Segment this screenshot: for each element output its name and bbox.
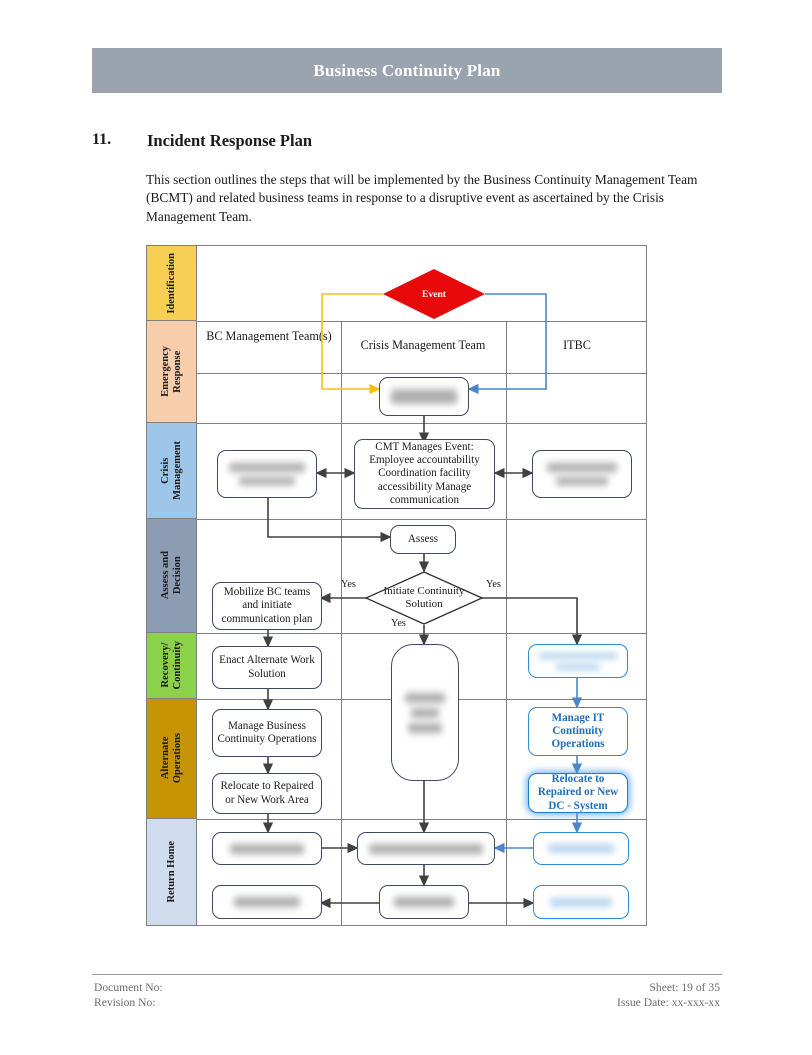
redacted-text — [394, 896, 454, 908]
swimlane-strip: Identification Emergency Response Crisis… — [147, 246, 197, 925]
swimlane-label: Recovery/ Continuity — [159, 641, 183, 690]
event-label: Event — [422, 288, 446, 300]
node-center-tall-redacted — [391, 644, 459, 781]
lane-divider — [197, 423, 646, 424]
footer-right: Sheet: 19 of 35 Issue Date: xx-xxx-xx — [617, 980, 720, 1010]
section-number: 11. — [92, 131, 112, 148]
swimlane-label: Return Home — [165, 841, 177, 903]
column-divider — [341, 321, 342, 925]
node-label: Assess — [407, 532, 439, 545]
decision-initiate-continuity-solution: Initiate Continuity Solution — [365, 571, 483, 625]
column-divider — [506, 321, 507, 925]
node-manage-it-continuity-operations: Manage IT Continuity Operations — [528, 707, 628, 756]
node-label: CMT Manages Event: Employee accountabili… — [369, 441, 480, 506]
section-intro-paragraph: This section outlines the steps that wil… — [146, 172, 698, 224]
lane-divider — [197, 321, 646, 322]
node-itbc-recovery-redacted — [528, 644, 628, 678]
redacted-text — [408, 721, 442, 734]
redacted-text — [239, 476, 295, 486]
footer-issue-date: Issue Date: xx-xxx-xx — [616, 996, 720, 1009]
footer-revision-no: Revision No: — [94, 996, 156, 1009]
node-return-home-itbc-2 — [533, 885, 629, 919]
node-return-home-cmt-1 — [357, 832, 495, 865]
footer-document-no: Document No: — [94, 981, 163, 994]
node-return-home-itbc-1 — [533, 832, 629, 865]
redacted-block — [536, 462, 628, 486]
swimlane-label: Identification — [165, 252, 177, 314]
redacted-text — [550, 896, 612, 908]
redacted-text — [234, 896, 300, 908]
edge-label-yes-left: Yes — [341, 579, 356, 590]
node-crisis-bc — [217, 450, 317, 498]
node-relocate-to-repaired-or-new-work-area: Relocate to Repaired or New Work Area — [212, 773, 322, 814]
swimlane-identification: Identification — [147, 246, 197, 321]
redacted-text — [391, 388, 457, 405]
swimlane-assess-and-decision: Assess and Decision — [147, 519, 197, 633]
swimlane-return-home: Return Home — [147, 819, 197, 925]
node-relocate-to-repaired-or-new-dc-system: Relocate to Repaired or New DC - System — [528, 773, 628, 813]
redacted-block — [532, 651, 624, 671]
swimlane-label: Assess and Decision — [159, 551, 183, 600]
footer-sheet-number: Sheet: 19 of 35 — [649, 981, 720, 994]
node-label: Manage Business Continuity Operations — [217, 719, 317, 745]
event-diamond: Event — [383, 269, 485, 319]
document-header-banner: Business Continuity Plan — [92, 48, 722, 93]
redacted-text — [539, 651, 617, 660]
node-emergency-cmt — [379, 377, 469, 416]
document-page: Business Continuity Plan 11. Incident Re… — [0, 0, 812, 1055]
lane-divider — [197, 819, 646, 820]
node-enact-alternate-work-solution: Enact Alternate Work Solution — [212, 646, 322, 689]
node-label: Manage IT Continuity Operations — [551, 711, 605, 751]
node-mobilize-bc-teams: Mobilize BC teams and initiate communica… — [212, 582, 322, 630]
redacted-block — [221, 462, 313, 486]
node-cmt-manages-event: CMT Manages Event: Employee accountabili… — [354, 439, 495, 509]
page-title: Incident Response Plan — [147, 131, 313, 150]
swimlane-label: Alternate Operations — [159, 733, 183, 784]
swimlane-emergency-response: Emergency Response — [147, 321, 197, 423]
redacted-text — [547, 462, 617, 473]
redacted-text — [411, 706, 439, 719]
redacted-text — [230, 842, 304, 855]
node-return-home-bc-2 — [212, 885, 322, 919]
swimlane-label: Emergency Response — [159, 346, 183, 397]
swimlane-alternate-operations: Alternate Operations — [147, 699, 197, 819]
node-assess: Assess — [390, 525, 456, 554]
node-label: Relocate to Repaired or New DC - System — [537, 773, 619, 812]
lane-divider — [197, 373, 646, 374]
redacted-text — [405, 691, 445, 704]
edge-label-yes-right: Yes — [486, 579, 501, 590]
document-title: Business Continuity Plan — [313, 60, 501, 80]
decision-label: Initiate Continuity Solution — [383, 585, 465, 610]
redacted-text — [556, 662, 600, 671]
node-return-home-bc-1 — [212, 832, 322, 865]
incident-response-flowchart: Identification Emergency Response Crisis… — [146, 245, 647, 926]
footer-left: Document No: Revision No: — [94, 980, 163, 1010]
redacted-text — [369, 842, 483, 855]
lane-divider — [197, 633, 646, 634]
node-label: Mobilize BC teams and initiate communica… — [221, 586, 313, 625]
swimlane-crisis-management: Crisis Management — [147, 423, 197, 519]
node-label: Relocate to Repaired or New Work Area — [220, 780, 314, 806]
lane-divider — [197, 519, 646, 520]
node-manage-business-continuity-operations: Manage Business Continuity Operations — [212, 709, 322, 757]
node-return-home-cmt-2 — [379, 885, 469, 919]
redacted-block — [395, 691, 455, 734]
column-header-itbc: ITBC — [563, 338, 591, 352]
column-header-bc-management-team: BC Management Team(s) — [206, 329, 332, 343]
footer-divider — [92, 974, 722, 975]
edge-label-yes-down: Yes — [391, 618, 406, 629]
swimlane-label: Crisis Management — [159, 441, 183, 500]
swimlane-recovery-continuity: Recovery/ Continuity — [147, 633, 197, 699]
column-header-crisis-management-team: Crisis Management Team — [360, 338, 486, 352]
node-label: Enact Alternate Work Solution — [219, 654, 315, 680]
node-crisis-itbc — [532, 450, 632, 498]
redacted-text — [548, 843, 614, 854]
redacted-text — [556, 476, 608, 486]
redacted-text — [229, 462, 305, 473]
